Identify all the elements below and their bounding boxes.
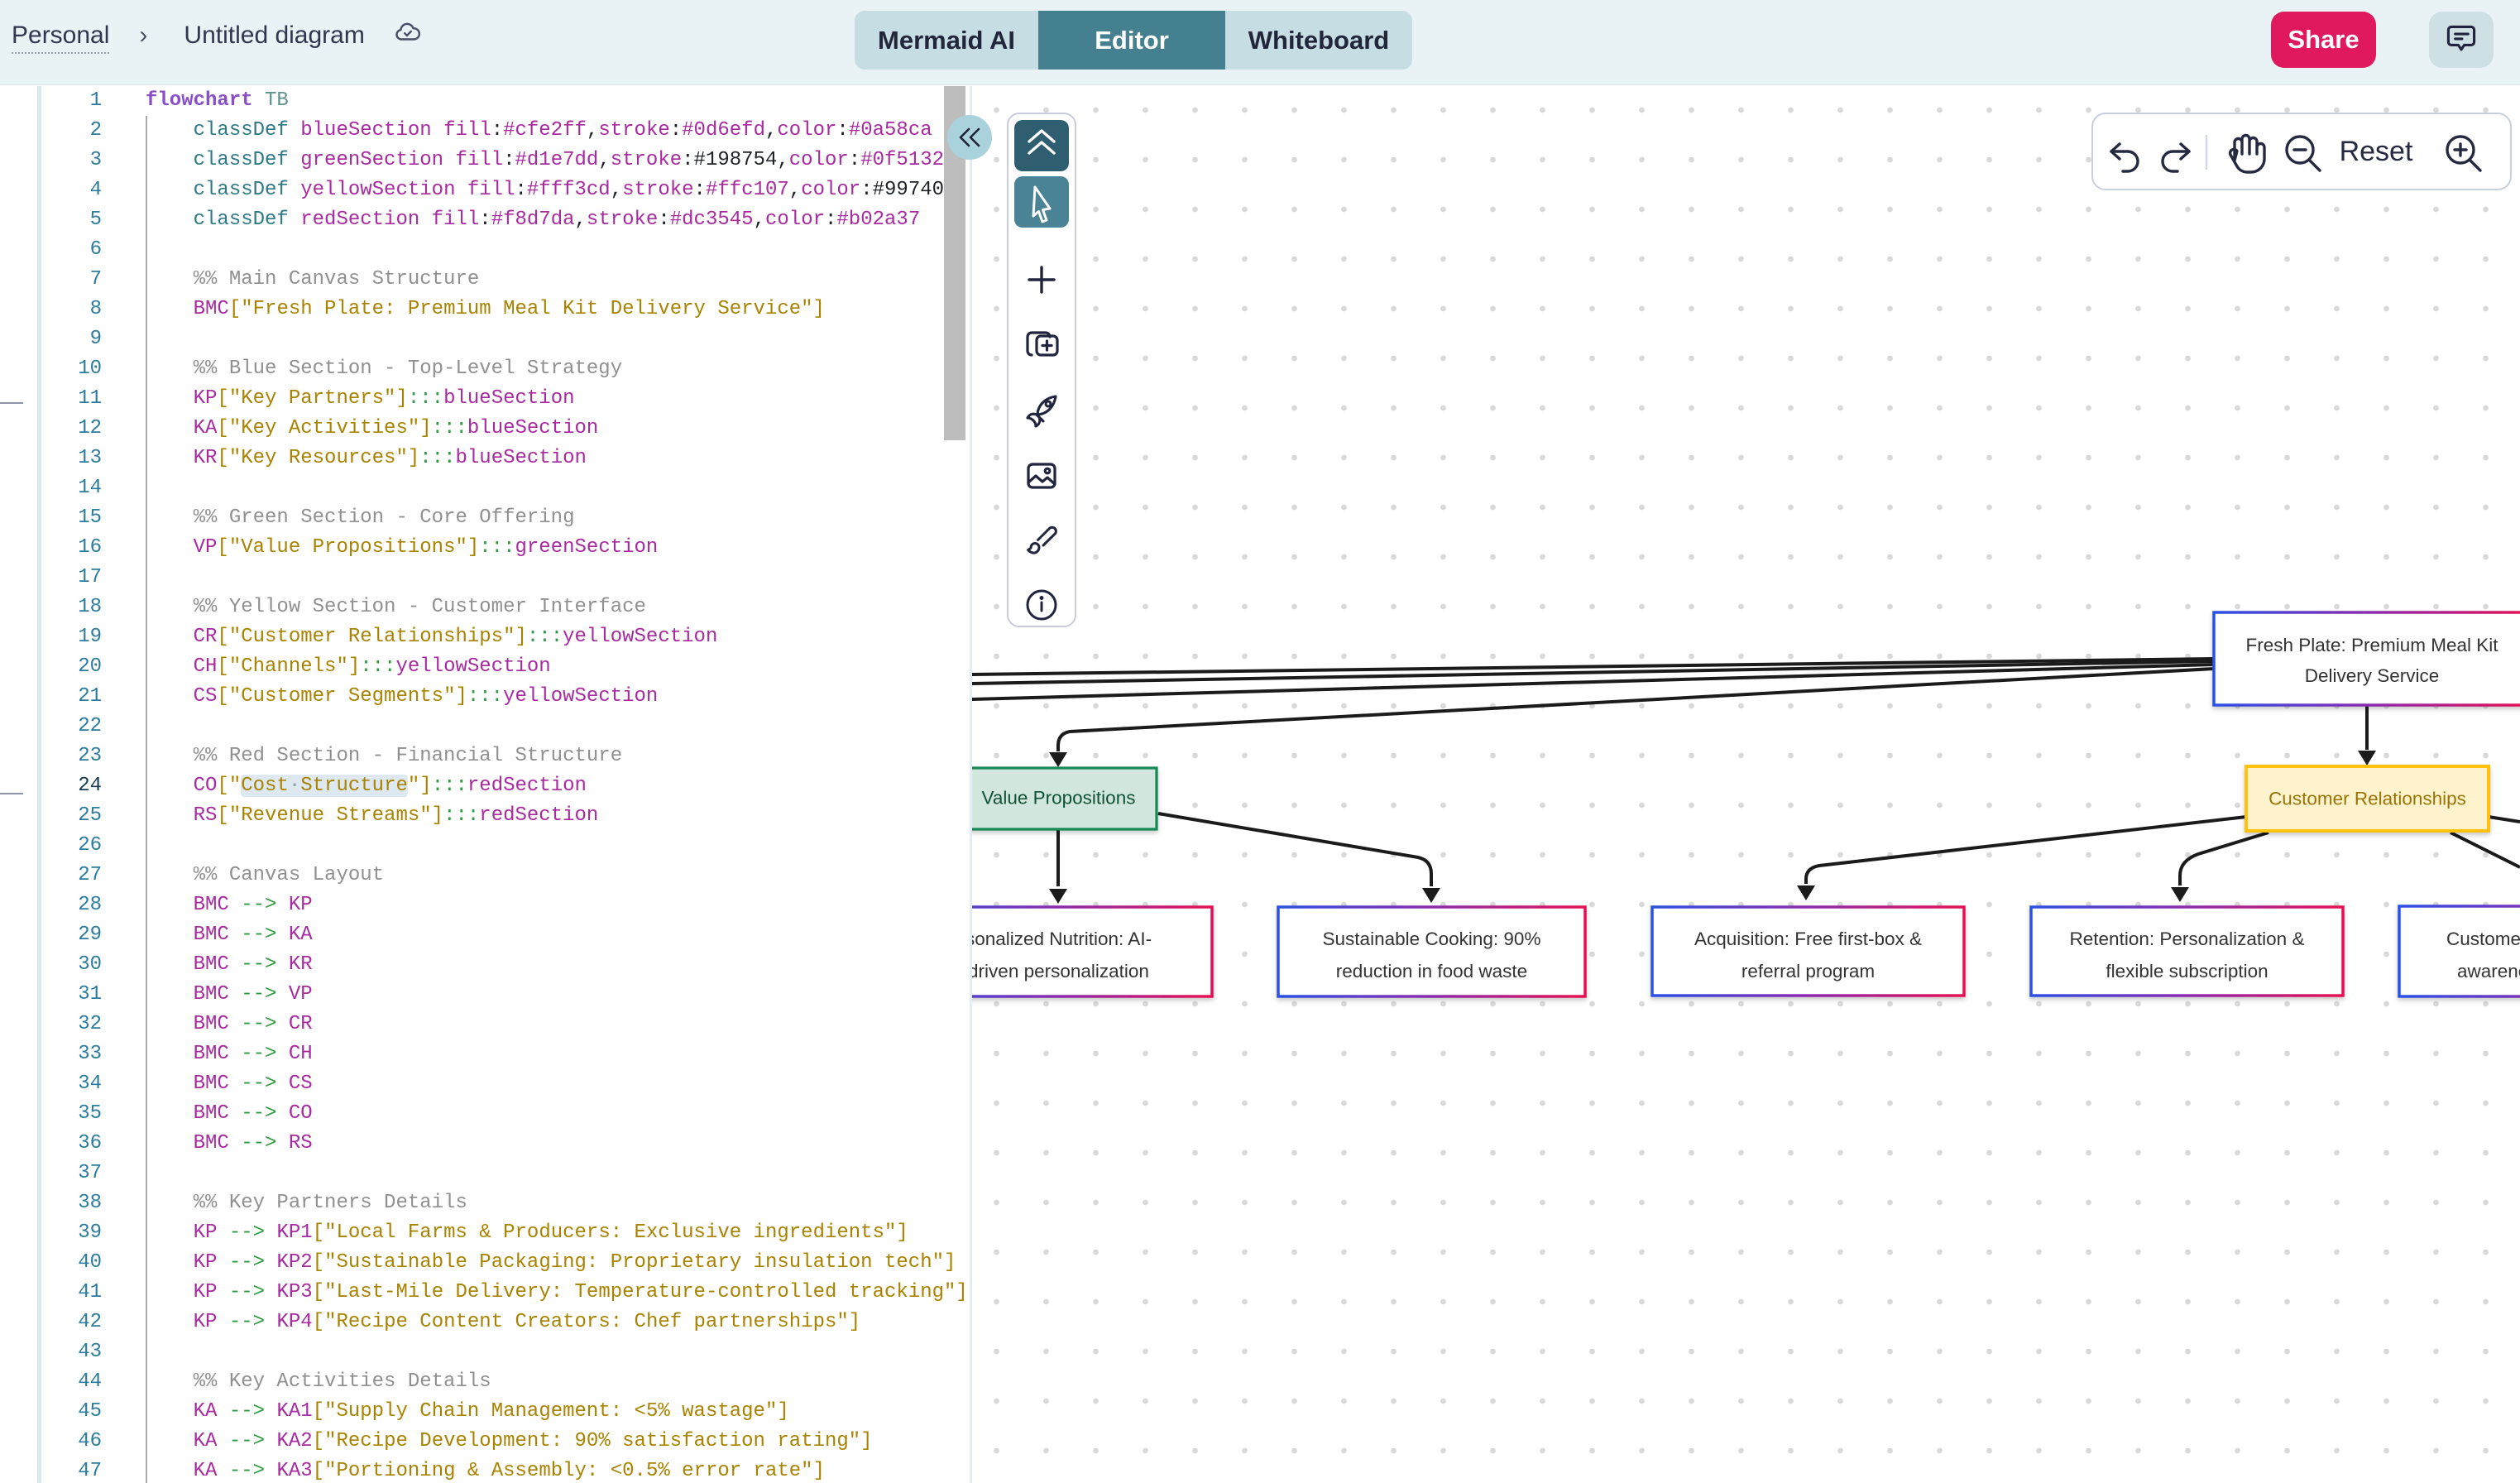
svg-text:Delivery Service: Delivery Service: [2305, 665, 2440, 686]
svg-text:flexible subscription: flexible subscription: [2106, 961, 2268, 981]
svg-text:reduction in food waste: reduction in food waste: [1336, 961, 1527, 981]
svg-text:Customer education &: Customer education &: [2446, 929, 2520, 949]
svg-text:Acquisition: Free first-box &: Acquisition: Free first-box &: [1694, 929, 1922, 949]
svg-text:driven personalization: driven personalization: [972, 961, 1149, 981]
svg-text:Personalized Nutrition: AI-: Personalized Nutrition: AI-: [972, 929, 1152, 949]
svg-text:referral program: referral program: [1741, 961, 1875, 981]
svg-text:Reset: Reset: [2340, 136, 2413, 167]
svg-text:Retention: Personalization &: Retention: Personalization &: [2070, 929, 2305, 949]
svg-text:Value Propositions: Value Propositions: [982, 788, 1136, 809]
svg-text:Fresh Plate: Premium Meal Kit: Fresh Plate: Premium Meal Kit: [2245, 635, 2498, 655]
svg-text:Sustainable Cooking: 90%: Sustainable Cooking: 90%: [1323, 929, 1541, 949]
svg-text:Customer Relationships: Customer Relationships: [2268, 789, 2466, 809]
svg-text:awareness programs: awareness programs: [2457, 961, 2520, 981]
